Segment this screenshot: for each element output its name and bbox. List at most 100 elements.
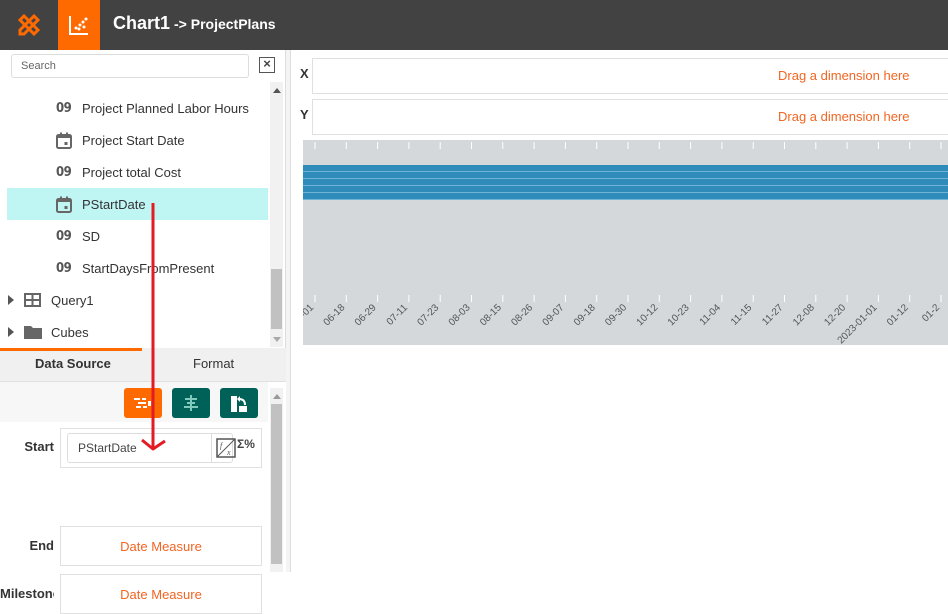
x-tick-label: 12-20 xyxy=(822,302,848,328)
calendar-icon xyxy=(56,132,82,149)
end-label: End xyxy=(29,538,54,553)
page-title: Chart1 -> ProjectPlans xyxy=(113,13,276,34)
tree-item-sd[interactable]: 09 SD xyxy=(7,220,268,252)
tree-item-project-start-date[interactable]: Project Start Date xyxy=(7,124,268,156)
tree-group-label: Cubes xyxy=(51,324,89,340)
gantt-bar[interactable] xyxy=(303,179,948,185)
function-button[interactable]: fx xyxy=(211,434,239,462)
tab-format[interactable]: Format xyxy=(193,356,234,371)
x-tick-label: 09-30 xyxy=(603,302,629,328)
x-tick-label: 11-27 xyxy=(760,302,786,328)
tree-item-project-planned-labor-hours[interactable]: 09 Project Planned Labor Hours xyxy=(7,92,268,124)
main-panel: X Drag a dimension here Y Drag a dimensi… xyxy=(292,50,948,572)
function-icon: fx xyxy=(215,438,236,458)
chart-tab[interactable] xyxy=(58,0,100,50)
tree-item-startdaysfrompresent[interactable]: 09 StartDaysFromPresent xyxy=(7,252,268,284)
start-field: PStartDate fx Σ% xyxy=(60,428,262,468)
rotate-button[interactable] xyxy=(220,388,258,418)
start-value-input[interactable]: PStartDate fx xyxy=(67,433,236,463)
x-axis-placeholder: Drag a dimension here xyxy=(778,68,910,83)
scroll-thumb[interactable] xyxy=(271,404,282,564)
tree-scrollbar[interactable] xyxy=(270,82,283,347)
svg-text:f: f xyxy=(220,441,224,450)
tree-item-pstartdate[interactable]: PStartDate xyxy=(7,188,268,220)
tab-data-source[interactable]: Data Source xyxy=(35,356,111,371)
end-drop-zone[interactable]: Date Measure xyxy=(60,526,262,566)
data-flow-icon xyxy=(134,398,151,408)
x-tick-label: 11-15 xyxy=(729,302,755,328)
active-tab-indicator xyxy=(0,348,142,351)
tree-item-label: Project total Cost xyxy=(82,164,181,180)
x-tick-label: 06-29 xyxy=(353,302,379,328)
x-tick-label: 01-12 xyxy=(885,302,911,328)
panel-tabs: Data Source Format xyxy=(0,348,286,382)
calendar-icon xyxy=(56,196,82,213)
folder-icon xyxy=(24,325,42,339)
scroll-up-icon[interactable] xyxy=(273,394,281,399)
field-tree: . . . 09 Project Planned Labor Hours Pro… xyxy=(0,78,268,346)
close-box-icon[interactable]: × xyxy=(259,57,275,73)
data-source-scrollbar[interactable] xyxy=(270,388,283,572)
scroll-down-icon[interactable] xyxy=(273,337,281,342)
scroll-up-icon[interactable] xyxy=(273,88,281,93)
align-button[interactable] xyxy=(172,388,210,418)
x-tick-label: 09-07 xyxy=(541,302,567,328)
sigma-percent-button[interactable]: Σ% xyxy=(237,437,255,451)
data-source-panel: Start PStartDate fx Σ% End Date Measure … xyxy=(0,382,286,614)
x-tick-label: 10-12 xyxy=(635,302,661,328)
pencil-ruler-icon xyxy=(17,13,40,37)
gantt-bar[interactable] xyxy=(303,165,948,171)
x-tick-label: 10-23 xyxy=(666,302,692,328)
x-tick-label: 01-2 xyxy=(920,302,942,324)
gantt-bar[interactable] xyxy=(303,186,948,192)
tree-item-project-total-cost[interactable]: 09 Project total Cost xyxy=(7,156,268,188)
tree-group-cubes[interactable]: Cubes xyxy=(8,316,268,346)
table-icon xyxy=(24,293,41,307)
number-icon: 09 xyxy=(56,228,72,244)
x-axis-drop-zone[interactable]: Drag a dimension here xyxy=(312,58,948,94)
y-axis-drop-zone[interactable]: Drag a dimension here xyxy=(312,99,948,135)
gantt-bar[interactable] xyxy=(303,172,948,178)
scroll-thumb[interactable] xyxy=(271,269,282,329)
tree-item-label: PStartDate xyxy=(82,196,146,212)
expand-arrow-icon[interactable] xyxy=(8,295,14,305)
chart-source: -> ProjectPlans xyxy=(174,16,276,32)
milestone-placeholder: Date Measure xyxy=(120,586,202,602)
tree-group-label: Query1 xyxy=(51,292,94,308)
data-flow-button[interactable] xyxy=(124,388,162,418)
x-tick-label: 07-11 xyxy=(385,302,411,328)
partial-tree-item: . . . xyxy=(82,78,100,81)
milestone-drop-zone[interactable]: Date Measure xyxy=(60,574,262,614)
sidebar: × . . . 09 Project Planned Labor Hours P… xyxy=(0,50,286,614)
x-axis-label: X xyxy=(300,66,309,81)
number-icon: 09 xyxy=(56,164,72,180)
x-tick-label: 08-15 xyxy=(478,302,504,328)
x-tick-label: 12-08 xyxy=(791,302,817,328)
gantt-chart: 2022-06-01 06-18 06-29 07-11 07-23 08-03 08-15… xyxy=(303,140,948,345)
align-icon xyxy=(184,395,198,411)
number-icon: 09 xyxy=(56,260,72,276)
rotate-icon xyxy=(231,396,247,412)
top-bar: Chart1 -> ProjectPlans xyxy=(0,0,948,50)
end-placeholder: Date Measure xyxy=(120,538,202,554)
chart-name: Chart1 xyxy=(113,13,171,33)
y-axis-label: Y xyxy=(300,107,309,122)
tree-item-label: Project Planned Labor Hours xyxy=(82,100,249,116)
start-value: PStartDate xyxy=(78,441,137,455)
tree-item-label: Project Start Date xyxy=(82,132,185,148)
logo[interactable] xyxy=(0,0,57,50)
bar-separator xyxy=(303,185,948,186)
milestone-label: Milestone xyxy=(0,586,54,601)
bar-separator xyxy=(303,178,948,179)
bar-separator xyxy=(303,192,948,193)
y-axis-placeholder: Drag a dimension here xyxy=(778,109,910,124)
bar-separator xyxy=(303,171,948,172)
expand-arrow-icon[interactable] xyxy=(8,327,14,337)
gantt-bar[interactable] xyxy=(303,193,948,199)
x-tick-label: 06-18 xyxy=(322,302,348,328)
panel-splitter[interactable] xyxy=(286,50,291,572)
x-tick-label: 08-03 xyxy=(447,302,473,328)
tree-group-query1[interactable]: Query1 xyxy=(8,284,268,316)
scatter-chart-icon xyxy=(69,16,88,35)
search-input[interactable] xyxy=(11,54,249,78)
